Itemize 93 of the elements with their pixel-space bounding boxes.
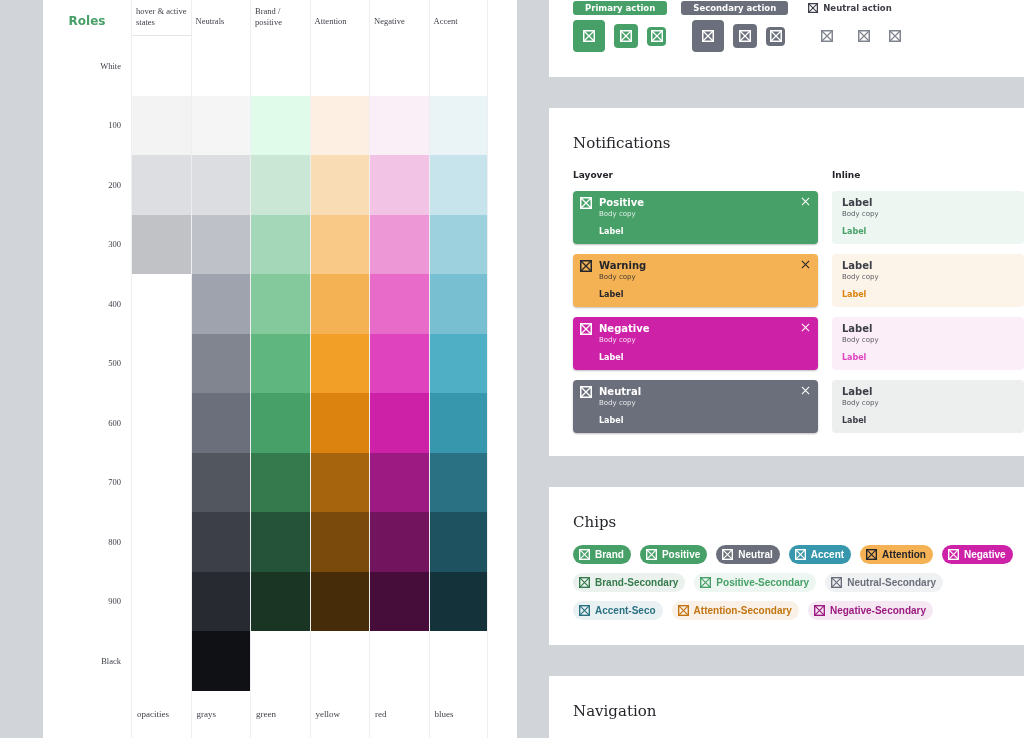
notification-title: Positive (599, 197, 646, 208)
action-button[interactable]: Primary action (573, 1, 668, 15)
section-title: Notifications (573, 134, 672, 152)
row-label: 400 (108, 298, 121, 309)
placeholder-icon (645, 548, 657, 560)
roles-title: Roles (68, 14, 106, 28)
row-label: 600 (108, 417, 121, 428)
placeholder-icon (579, 548, 590, 560)
close-icon[interactable] (800, 260, 810, 269)
section-title: Navigation (573, 702, 658, 720)
placeholder-icon (794, 548, 806, 560)
chip[interactable]: Brand (573, 544, 631, 564)
chip[interactable]: Accent-Seco (573, 600, 663, 620)
row-label: 900 (108, 596, 121, 607)
row-label: White (100, 60, 121, 71)
placeholder-icon (821, 30, 833, 42)
notification-label: Label (841, 290, 868, 299)
placeholder-icon (580, 386, 592, 398)
row-label: 800 (108, 536, 121, 547)
chip[interactable]: Positive (639, 544, 708, 564)
notification-title: Label (841, 197, 874, 208)
notification-title: Negative (599, 323, 651, 334)
placeholder-icon (808, 3, 819, 13)
placeholder-icon (858, 30, 870, 42)
column-footer: yellow (315, 709, 340, 720)
placeholder-icon (947, 548, 959, 560)
notification-title: Neutral (599, 386, 643, 397)
placeholder-icon (813, 604, 825, 616)
placeholder-icon (579, 604, 590, 616)
column-header: Negative (374, 16, 405, 28)
placeholder-icon (888, 30, 901, 42)
placeholder-icon (579, 576, 590, 588)
placeholder-icon (831, 576, 843, 588)
icon-button[interactable] (614, 24, 638, 48)
placeholder-icon (769, 30, 782, 42)
row-label: 100 (108, 120, 121, 131)
placeholder-icon (700, 576, 712, 588)
action-button[interactable]: Secondary action (681, 1, 789, 15)
placeholder-icon (583, 30, 595, 42)
notification-title: Warning (599, 260, 648, 271)
chip[interactable]: Negative (941, 544, 1013, 564)
placeholder-icon (739, 30, 751, 42)
notification-label: Label (599, 353, 625, 362)
chip[interactable]: Brand-Secondary (573, 572, 686, 592)
notification-title: Label (841, 386, 874, 397)
column-footer: green (256, 709, 276, 720)
notification-label: Label (841, 416, 868, 425)
column-footer: opacities (137, 709, 169, 720)
placeholder-icon (722, 548, 734, 560)
icon-button[interactable] (766, 26, 785, 46)
placeholder-icon (580, 260, 592, 272)
row-label: 500 (108, 358, 121, 369)
column-header: Attention (314, 16, 347, 28)
placeholder-icon (580, 197, 592, 209)
column-footer: red (375, 709, 387, 720)
row-label: Black (101, 655, 121, 666)
notification-label: Label (599, 290, 625, 299)
icon-button[interactable] (692, 20, 724, 52)
column-header: Neutrals (195, 16, 225, 28)
notification-label: Label (841, 353, 868, 362)
chip[interactable]: Negative-Secondary (807, 600, 934, 620)
chip[interactable]: Attention-Secondary (671, 600, 799, 620)
notification-label: Label (841, 227, 868, 236)
row-label: 300 (108, 239, 121, 250)
column-header: hover & active states (136, 6, 187, 29)
chip[interactable]: Positive-Secondary (694, 572, 817, 592)
column-header: Accent (433, 16, 458, 28)
notification-label: Label (599, 227, 625, 236)
row-label: 700 (108, 477, 121, 488)
section-title: Chips (573, 512, 618, 531)
column-footer: grays (196, 709, 216, 720)
action-button[interactable]: Neutral action (802, 1, 904, 15)
icon-button[interactable] (647, 26, 666, 46)
subheading: Layover (573, 170, 614, 180)
notification-title: Label (841, 323, 874, 334)
placeholder-icon (650, 30, 663, 42)
chip[interactable]: Neutral (716, 544, 780, 564)
chip[interactable]: Accent (788, 544, 852, 564)
placeholder-icon (677, 604, 689, 616)
icon-button[interactable] (573, 20, 605, 52)
column-header: Brand / positive (255, 6, 283, 29)
placeholder-icon (580, 323, 592, 335)
notification-title: Label (841, 260, 874, 271)
subheading: Inline (831, 170, 862, 180)
notification-label: Label (599, 416, 625, 425)
icon-button[interactable] (733, 24, 757, 48)
row-label: 200 (108, 179, 121, 190)
chip[interactable]: Neutral-Secondary (825, 572, 944, 592)
chip[interactable]: Attention (860, 544, 933, 564)
placeholder-icon (702, 30, 714, 42)
placeholder-icon (620, 30, 632, 42)
column-footer: blues (434, 709, 454, 720)
placeholder-icon (866, 548, 878, 560)
